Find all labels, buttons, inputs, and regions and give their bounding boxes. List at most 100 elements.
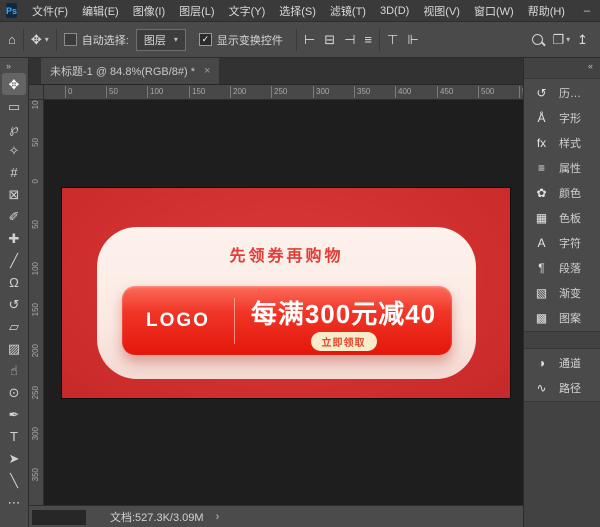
crop-tool[interactable]: # — [2, 161, 26, 183]
show-transform-label: 显示变换控件 — [216, 34, 283, 47]
lasso-tool[interactable]: ℘ — [2, 117, 26, 139]
chevron-down-icon: ▾ — [173, 35, 178, 44]
ruler-row: 0501001502002503003504004505005506 — [29, 85, 523, 100]
rectangular-marquee-tool[interactable]: ▭ — [2, 95, 26, 117]
menu-file[interactable]: 文件(F) — [25, 3, 75, 19]
distribute-vertical-icon[interactable]: ⊩ — [407, 33, 418, 46]
ruler-tick: 100 — [31, 100, 40, 110]
align-buttons: ⊢ ⊟ ⊣ ≡ — [304, 33, 372, 46]
brush-tool[interactable]: ╱ — [2, 249, 26, 271]
banner-logo: LOGO — [146, 309, 210, 331]
clone-stamp-tool[interactable]: Ω — [2, 271, 26, 293]
panel-swatches[interactable]: ▦ 色板 — [524, 205, 600, 230]
photoshop-logo-icon[interactable]: Ps — [6, 3, 18, 18]
menu-3d[interactable]: 3D(D) — [373, 5, 416, 17]
edit-toolbar[interactable]: ⋯ — [2, 491, 26, 513]
panel-history[interactable]: ↺ 历… — [524, 80, 600, 105]
document-tab[interactable]: 未标题-1 @ 84.8%(RGB/8#) * × — [41, 58, 220, 84]
share-icon[interactable]: ↥ — [577, 33, 588, 46]
menu-type[interactable]: 文字(Y) — [222, 3, 273, 19]
status-bar: 文档:527.3K/3.09M › — [29, 505, 523, 527]
panel-glyphs[interactable]: Å 字形 — [524, 105, 600, 130]
divider — [22, 28, 24, 51]
divider — [295, 28, 297, 51]
ruler-tick: 500 — [478, 86, 494, 98]
checkbox-checked: ✓ — [198, 33, 212, 46]
panel-group-2: ◑ 通道 ∿ 路径 — [524, 348, 600, 402]
history-brush-tool[interactable]: ↺ — [2, 293, 26, 315]
tool-list: ✥ ▭ ℘ ✧ # ⊠ ✐ ✚ ╱ Ω ↺ ▱ ▨ ☝ ⊙ ✒ T ➤ ╲ ⋯ — [0, 73, 28, 513]
document-size-info: 文档:527.3K/3.09M — [110, 512, 204, 524]
distribute-centers-icon[interactable]: ≡ — [364, 33, 372, 46]
align-right-icon[interactable]: ⊣ — [344, 33, 355, 46]
ruler-corner[interactable] — [29, 85, 44, 99]
type-tool[interactable]: T — [2, 425, 26, 447]
spot-healing-brush-tool[interactable]: ✚ — [2, 227, 26, 249]
menu-filter[interactable]: 滤镜(T) — [323, 3, 373, 19]
zoom-input[interactable] — [32, 509, 86, 525]
ruler-tick: 0 — [65, 86, 72, 98]
tool-preset-picker[interactable]: ✥ ▾ — [31, 33, 49, 46]
menu-window[interactable]: 窗口(W) — [467, 3, 521, 19]
move-tool[interactable]: ✥ — [2, 73, 26, 95]
align-left-icon[interactable]: ⊢ — [304, 33, 315, 46]
ruler-tick: 50 — [31, 220, 40, 229]
menu-edit[interactable]: 编辑(E) — [75, 3, 126, 19]
menu-image[interactable]: 图像(I) — [126, 3, 172, 19]
document-tab-title: 未标题-1 @ 84.8%(RGB/8#) * — [50, 66, 196, 78]
auto-select-target-dropdown[interactable]: 图层 ▾ — [135, 28, 186, 51]
collapse-panels-icon[interactable]: « — [524, 58, 600, 74]
chevron-down-icon: ▾ — [44, 35, 49, 44]
object-selection-tool[interactable]: ✧ — [2, 139, 26, 161]
divider — [55, 28, 57, 51]
status-chevron-icon[interactable]: › — [216, 511, 220, 523]
panel-styles[interactable]: fx 样式 — [524, 130, 600, 155]
banner-document[interactable]: 先领券再购物 LOGO 每满300元减40 立即领取 — [62, 188, 510, 398]
ruler-tick: 450 — [437, 86, 453, 98]
banner-panel: 先领券再购物 LOGO 每满300元减40 立即领取 — [97, 227, 476, 379]
panel-paths[interactable]: ∿ 路径 — [524, 375, 600, 400]
workspace-switcher[interactable]: ❐ ▾ — [552, 33, 570, 46]
align-center-horizontal-icon[interactable]: ⊟ — [324, 33, 335, 46]
ruler-tick: 400 — [395, 86, 411, 98]
window-controls: – □ × — [572, 0, 600, 21]
checkbox-unchecked — [63, 33, 77, 46]
panel-paragraph[interactable]: ¶ 段落 — [524, 255, 600, 280]
search-icon[interactable] — [532, 34, 544, 45]
canvas[interactable]: 先领券再购物 LOGO 每满300元减40 立即领取 — [44, 100, 523, 505]
smudge-tool[interactable]: ☝ — [2, 359, 26, 381]
gradient-tool[interactable]: ▨ — [2, 337, 26, 359]
ruler-tick: 300 — [31, 427, 40, 441]
line-tool[interactable]: ╲ — [2, 469, 26, 491]
panel-patterns[interactable]: ▩ 图案 — [524, 305, 600, 330]
path-selection-tool[interactable]: ➤ — [2, 447, 26, 469]
menu-help[interactable]: 帮助(H) — [521, 3, 572, 19]
panel-gradients[interactable]: ▧ 渐变 — [524, 280, 600, 305]
home-icon[interactable]: ⌂ — [8, 33, 16, 46]
menu-select[interactable]: 选择(S) — [272, 3, 323, 19]
panel-character[interactable]: A 字符 — [524, 230, 600, 255]
eyedropper-tool[interactable]: ✐ — [2, 205, 26, 227]
banner-title: 先领券再购物 — [229, 248, 344, 265]
panel-properties[interactable]: ≡ 属性 — [524, 155, 600, 180]
align-top-icon[interactable]: ⊤ — [387, 33, 398, 46]
horizontal-ruler[interactable]: 0501001502002503003504004505005506 — [44, 85, 523, 99]
menu-layer[interactable]: 图层(L) — [172, 3, 221, 19]
close-tab-icon[interactable]: × — [204, 65, 210, 77]
banner-coupon-button: LOGO 每满300元减40 立即领取 — [122, 286, 452, 355]
eraser-tool[interactable]: ▱ — [2, 315, 26, 337]
pen-tool[interactable]: ✒ — [2, 403, 26, 425]
expand-tools-icon[interactable]: » — [0, 58, 28, 73]
frame-tool[interactable]: ⊠ — [2, 183, 26, 205]
dodge-tool[interactable]: ⊙ — [2, 381, 26, 403]
ruler-tick: 350 — [354, 86, 370, 98]
menu-items: 文件(F) 编辑(E) 图像(I) 图层(L) 文字(Y) 选择(S) 滤镜(T) 3D(D)… — [25, 0, 572, 21]
document-tab-bar: 未标题-1 @ 84.8%(RGB/8#) * × — [29, 58, 523, 85]
menu-view[interactable]: 视图(V) — [416, 3, 467, 19]
vertical-ruler[interactable]: 100 50 0 50 100 150 200 250 300 350 — [29, 100, 44, 505]
show-transform-checkbox[interactable]: ✓ 显示变换控件 — [198, 32, 283, 48]
panel-color[interactable]: ✿ 颜色 — [524, 180, 600, 205]
panel-channels[interactable]: ◑ 通道 — [524, 350, 600, 375]
minimize-button[interactable]: – — [572, 0, 600, 21]
auto-select-checkbox[interactable]: 自动选择: — [63, 32, 129, 48]
